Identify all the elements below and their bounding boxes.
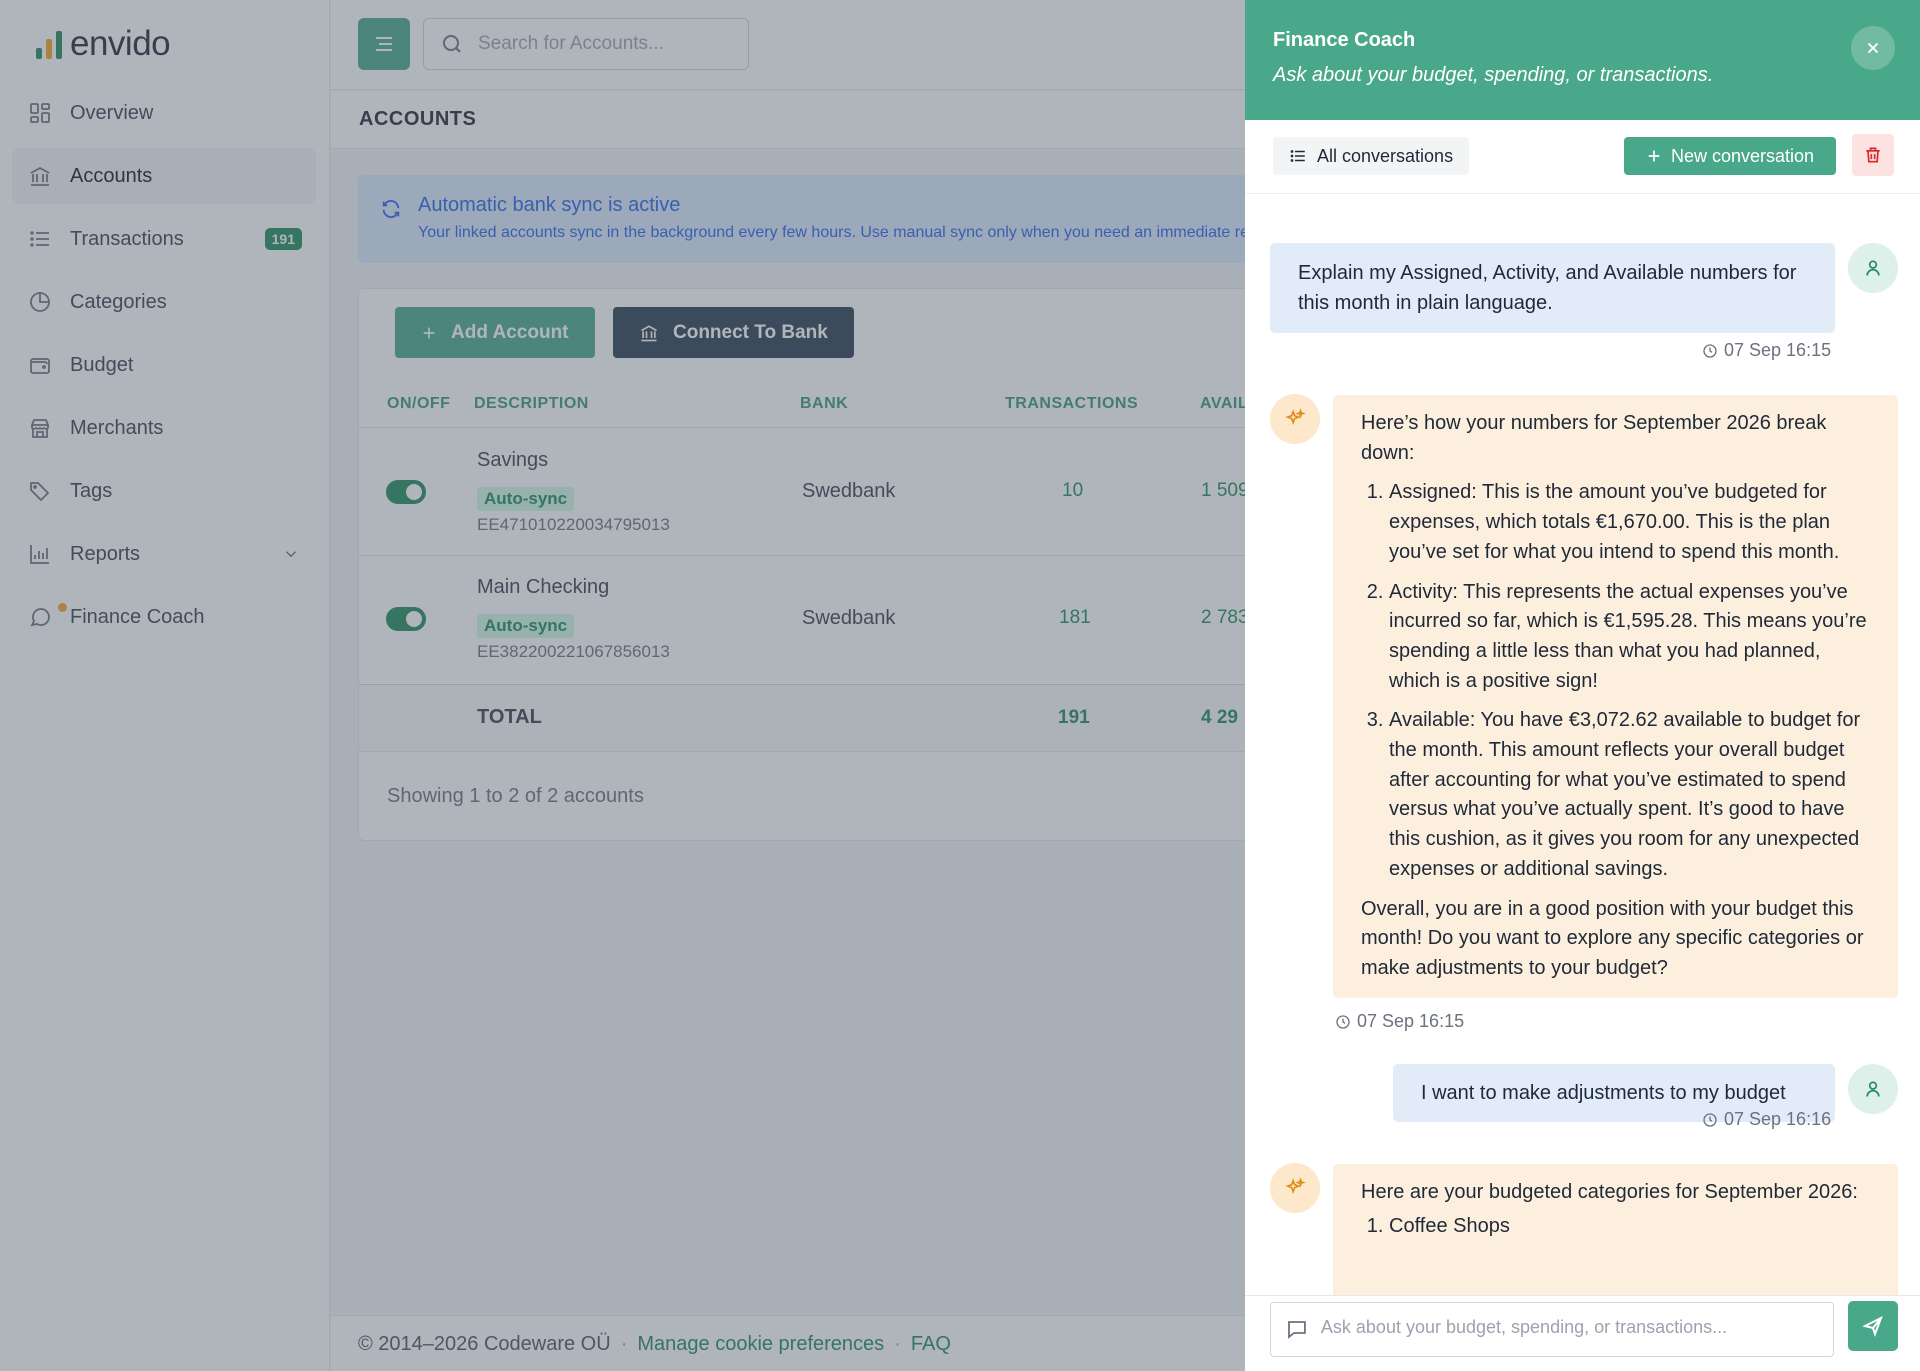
sparkles-icon [1285,408,1306,426]
user-avatar [1848,1064,1898,1114]
message-input[interactable] [1320,1317,1819,1347]
user-message: Explain my Assigned, Activity, and Avail… [1270,243,1835,333]
trash-icon [1866,147,1880,163]
assistant-avatar [1270,1163,1320,1213]
close-icon [1867,42,1879,54]
list-item: Assigned: This is the amount you’ve budg… [1389,478,1870,567]
panel-header: Finance Coach Ask about your budget, spe… [1245,0,1920,120]
list-item: Available: You have €3,072.62 available … [1389,706,1870,884]
timestamp-text: 07 Sep 16:15 [1724,340,1832,360]
sparkles-icon [1285,1177,1306,1195]
message-timestamp: 07 Sep 16:15 [1702,340,1831,361]
clock-icon [1703,1112,1717,1127]
all-conversations-label: All conversations [1317,145,1454,166]
assistant-message: Here are your budgeted categories for Se… [1333,1164,1898,1295]
send-button[interactable] [1848,1301,1898,1351]
assistant-message-intro: Here’s how your numbers for September 20… [1361,412,1827,464]
plus-icon [1648,150,1660,162]
clock-icon [1336,1014,1350,1029]
delete-conversation-button[interactable] [1852,134,1894,176]
message-composer [1245,1295,1920,1371]
user-icon [1866,1081,1880,1097]
assistant-message-intro: Here are your budgeted categories for Se… [1361,1181,1858,1203]
message-timestamp: 07 Sep 16:16 [1702,1109,1831,1130]
send-icon [1862,1315,1883,1337]
close-panel-button[interactable] [1851,26,1895,70]
new-conversation-button[interactable]: New conversation [1624,137,1836,175]
all-conversations-button[interactable]: All conversations [1273,137,1470,175]
list-item: Activity: This represents the actual exp… [1389,578,1870,697]
panel-toolbar: All conversations New conversation [1245,120,1920,194]
message-list: Explain my Assigned, Activity, and Avail… [1245,195,1920,1295]
panel-subtitle: Ask about your budget, spending, or tran… [1273,64,1714,86]
list-item: Coffee Shops [1389,1212,1870,1242]
assistant-message-outro: Overall, you are in a good position with… [1361,897,1864,979]
message-icon [1288,1321,1306,1339]
user-icon [1866,260,1880,276]
assistant-avatar [1270,394,1320,444]
clock-icon [1703,343,1717,358]
panel-title: Finance Coach [1273,29,1416,51]
message-input-box[interactable] [1270,1302,1834,1357]
new-conversation-label: New conversation [1670,145,1815,166]
assistant-message: Here’s how your numbers for September 20… [1333,395,1898,998]
finance-coach-panel: Finance Coach Ask about your budget, spe… [1245,0,1920,1371]
list-icon [1290,150,1305,162]
message-timestamp: 07 Sep 16:15 [1335,1011,1464,1032]
timestamp-text: 07 Sep 16:15 [1357,1011,1465,1031]
timestamp-text: 07 Sep 16:16 [1724,1109,1832,1129]
user-avatar [1848,243,1898,293]
assistant-message-list: Coffee Shops [1361,1212,1870,1242]
assistant-message-list: Assigned: This is the amount you’ve budg… [1361,478,1870,884]
